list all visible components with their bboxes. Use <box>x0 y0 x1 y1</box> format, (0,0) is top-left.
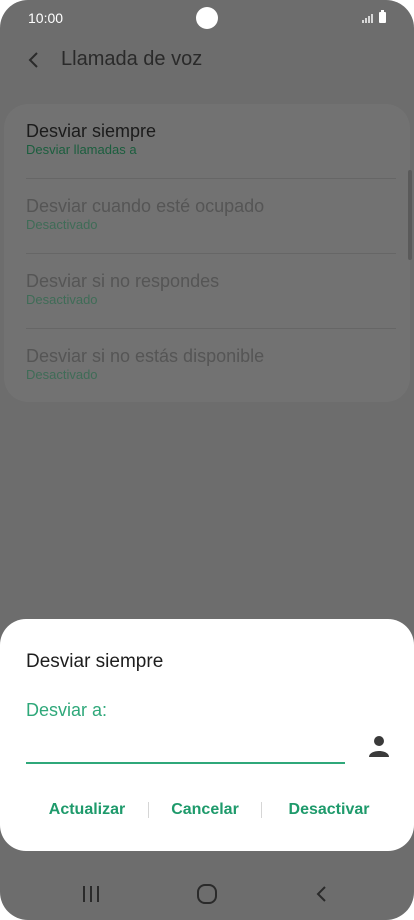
page-title: Llamada de voz <box>61 48 203 70</box>
setting-forward-unreachable[interactable]: Desviar si no estás disponible Desactiva… <box>26 329 396 404</box>
dialog-actions: Actualizar Cancelar Desactivar <box>0 797 414 823</box>
status-time: 10:00 <box>28 10 64 26</box>
scrollbar[interactable] <box>408 170 412 260</box>
signal-icon <box>362 13 373 23</box>
phone-screen: 10:00 Llamada de voz Desviar siempre Des… <box>0 0 414 920</box>
deactivate-button[interactable]: Desactivar <box>264 797 394 823</box>
battery-icon <box>379 10 386 23</box>
update-button[interactable]: Actualizar <box>30 797 144 823</box>
forwarding-settings-card: Desviar siempre Desviar llamadas a Desvi… <box>4 104 410 402</box>
setting-label: Desviar cuando esté ocupado <box>26 196 265 216</box>
setting-sublabel: Desactivado <box>26 292 98 307</box>
forward-to-label: Desviar a: <box>26 700 108 720</box>
action-separator <box>261 802 262 818</box>
forward-always-dialog: Desviar siempre Desviar a: Actualizar Ca… <box>0 619 414 851</box>
setting-forward-busy[interactable]: Desviar cuando esté ocupado Desactivado <box>26 179 396 254</box>
setting-forward-no-answer[interactable]: Desviar si no respondes Desactivado <box>26 254 396 329</box>
person-icon[interactable] <box>368 735 390 757</box>
action-separator <box>148 802 149 818</box>
chevron-left-icon[interactable] <box>24 50 44 70</box>
setting-label: Desviar siempre <box>26 121 157 141</box>
status-bar: 10:00 <box>0 0 414 36</box>
front-camera-cutout <box>196 7 218 29</box>
setting-sublabel: Desactivado <box>26 367 98 382</box>
setting-sublabel: Desviar llamadas a <box>26 142 137 157</box>
recents-icon[interactable] <box>71 880 111 908</box>
back-icon[interactable] <box>302 880 342 908</box>
dialog-title: Desviar siempre <box>26 651 164 672</box>
home-icon[interactable] <box>187 880 227 908</box>
navigation-bar <box>0 868 414 920</box>
cancel-button[interactable]: Cancelar <box>152 797 258 823</box>
setting-label: Desviar si no estás disponible <box>26 346 265 366</box>
setting-label: Desviar si no respondes <box>26 271 220 291</box>
forward-number-input[interactable] <box>26 732 345 764</box>
app-header: Llamada de voz <box>0 40 414 80</box>
status-icons <box>362 10 386 23</box>
setting-sublabel: Desactivado <box>26 217 98 232</box>
setting-forward-always[interactable]: Desviar siempre Desviar llamadas a <box>26 104 396 179</box>
